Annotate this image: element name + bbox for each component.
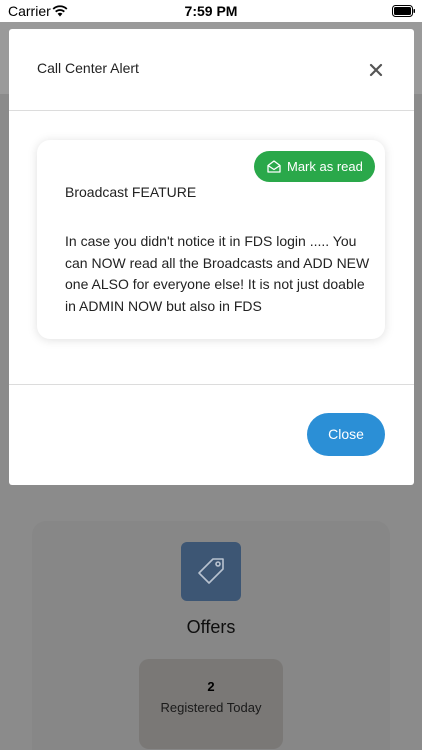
envelope-open-icon bbox=[267, 160, 281, 173]
mark-as-read-label: Mark as read bbox=[287, 159, 363, 174]
battery-icon bbox=[392, 5, 415, 17]
broadcast-card: Mark as read Broadcast FEATURE In case y… bbox=[37, 140, 385, 339]
close-icon[interactable] bbox=[365, 59, 387, 81]
mark-as-read-button[interactable]: Mark as read bbox=[254, 151, 375, 182]
registered-today-stat: 2 Registered Today bbox=[139, 659, 283, 749]
header-divider bbox=[9, 110, 414, 111]
close-button[interactable]: Close bbox=[307, 413, 385, 456]
alert-title: Broadcast FEATURE bbox=[65, 184, 197, 200]
status-time: 7:59 PM bbox=[184, 3, 238, 19]
stat-label: Registered Today bbox=[160, 700, 262, 715]
offers-icon-box bbox=[181, 542, 241, 601]
status-bar: Carrier 7:59 PM bbox=[0, 0, 422, 22]
offers-card[interactable]: Offers 2 Registered Today bbox=[32, 521, 390, 750]
modal-title: Call Center Alert bbox=[37, 60, 139, 76]
alert-body: In case you didn't notice it in FDS logi… bbox=[65, 233, 370, 314]
offers-title: Offers bbox=[186, 617, 236, 637]
call-center-alert-modal: Call Center Alert Mark as read Broadcast… bbox=[9, 29, 414, 485]
tag-icon bbox=[198, 558, 224, 584]
footer-divider bbox=[9, 384, 414, 385]
stat-value: 2 bbox=[207, 679, 215, 694]
